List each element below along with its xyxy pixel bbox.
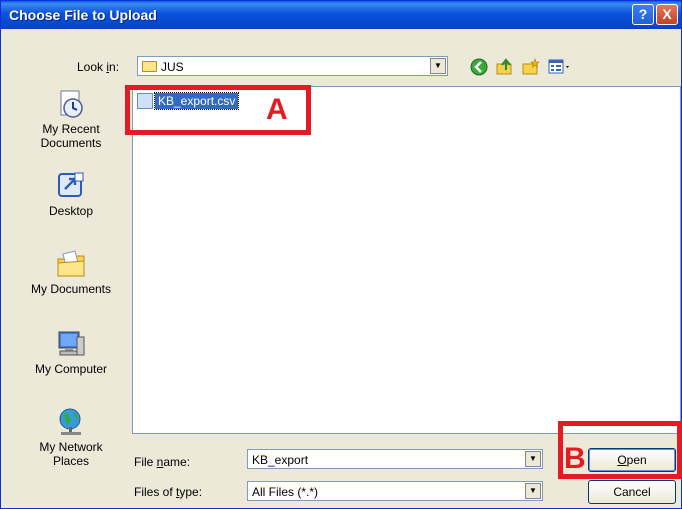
place-my-documents[interactable]: My Documents [21,249,121,296]
dialog-title: Choose File to Upload [9,7,157,23]
new-folder-icon[interactable] [522,58,540,76]
network-places-icon [59,408,81,435]
look-in-label: Look in: [77,60,120,74]
back-icon[interactable] [470,58,488,76]
chevron-down-icon[interactable]: ▼ [525,483,541,499]
file-upload-dialog: Choose File to Upload ? X Look in: JUS ▼ [0,0,682,509]
file-type-dropdown[interactable]: All Files (*.*) ▼ [247,481,543,501]
place-my-computer[interactable]: My Computer [21,329,121,376]
up-folder-icon[interactable] [496,58,514,76]
close-button[interactable]: X [656,4,678,25]
recent-documents-icon [60,90,83,118]
file-name-label: File name: [134,455,191,469]
file-name-value: KB_export [252,453,309,467]
look-in-value: JUS [161,60,184,74]
places-bar: My Recent Documents Desktop My Documents [21,89,123,494]
cancel-button[interactable]: Cancel [588,480,676,504]
desktop-icon [58,172,84,197]
place-desktop[interactable]: Desktop [21,171,121,218]
place-network-places[interactable]: My Network Places [21,407,121,468]
file-name-input[interactable]: KB_export ▼ [247,449,543,469]
title-bar[interactable]: Choose File to Upload ? X [1,1,681,29]
file-type-label: Files of type: [134,485,203,499]
file-type-value: All Files (*.*) [252,485,319,499]
view-menu-icon[interactable] [548,58,572,76]
folder-icon [142,61,157,72]
annotation-label-b: B [564,442,586,475]
annotation-label-a: A [266,93,288,126]
help-button[interactable]: ? [632,4,654,25]
file-list-view[interactable]: KB_export.csv [132,86,681,434]
place-recent-documents[interactable]: My Recent Documents [21,89,121,150]
my-documents-icon [57,250,85,277]
my-computer-icon [58,331,85,356]
chevron-down-icon[interactable]: ▼ [430,58,446,74]
look-in-dropdown[interactable]: JUS ▼ [137,56,448,76]
chevron-down-icon[interactable]: ▼ [525,451,541,467]
